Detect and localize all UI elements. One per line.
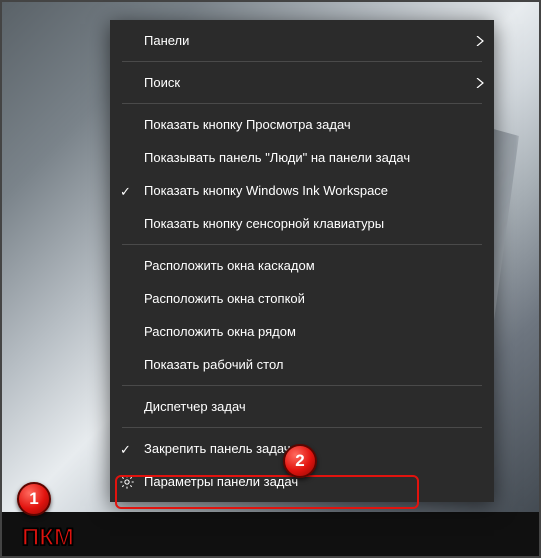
menu-item-side-by-side[interactable]: Расположить окна рядом: [110, 315, 494, 348]
menu-label: Поиск: [144, 75, 466, 90]
menu-item-stacked[interactable]: Расположить окна стопкой: [110, 282, 494, 315]
menu-item-search[interactable]: Поиск: [110, 66, 494, 99]
menu-label: Расположить окна каскадом: [144, 258, 494, 273]
menu-item-task-manager[interactable]: Диспетчер задач: [110, 390, 494, 423]
menu-label: Расположить окна рядом: [144, 324, 494, 339]
separator: [122, 244, 482, 245]
chevron-right-icon: [466, 78, 494, 88]
separator: [122, 427, 482, 428]
menu-label: Панели: [144, 33, 466, 48]
separator: [122, 103, 482, 104]
menu-label: Расположить окна стопкой: [144, 291, 494, 306]
menu-item-ink-workspace[interactable]: Показать кнопку Windows Ink Workspace: [110, 174, 494, 207]
menu-label: Показать кнопку Просмотра задач: [144, 117, 494, 132]
menu-item-toolbars[interactable]: Панели: [110, 24, 494, 57]
menu-label: Показывать панель "Люди" на панели задач: [144, 150, 494, 165]
separator: [122, 61, 482, 62]
menu-label: Показать кнопку Windows Ink Workspace: [144, 183, 494, 198]
menu-label: Параметры панели задач: [144, 474, 494, 489]
check-icon: [110, 184, 144, 198]
menu-label: Диспетчер задач: [144, 399, 494, 414]
menu-item-show-desktop[interactable]: Показать рабочий стол: [110, 348, 494, 381]
annotation-badge-1: 1: [17, 482, 51, 516]
menu-label: Показать кнопку сенсорной клавиатуры: [144, 216, 494, 231]
menu-item-task-view[interactable]: Показать кнопку Просмотра задач: [110, 108, 494, 141]
taskbar[interactable]: [2, 512, 539, 556]
menu-label: Показать рабочий стол: [144, 357, 494, 372]
taskbar-context-menu: Панели Поиск Показать кнопку Просмотра з…: [110, 20, 494, 502]
chevron-right-icon: [466, 36, 494, 46]
gear-icon: [110, 474, 144, 490]
annotation-pkm: ПКМ: [22, 524, 74, 552]
menu-item-touch-keyboard[interactable]: Показать кнопку сенсорной клавиатуры: [110, 207, 494, 240]
check-icon: [110, 442, 144, 456]
annotation-badge-2: 2: [283, 444, 317, 478]
menu-item-cascade[interactable]: Расположить окна каскадом: [110, 249, 494, 282]
separator: [122, 385, 482, 386]
screenshot-frame: Панели Поиск Показать кнопку Просмотра з…: [0, 0, 541, 558]
menu-item-people[interactable]: Показывать панель "Люди" на панели задач: [110, 141, 494, 174]
menu-label: Закрепить панель задач: [144, 441, 494, 456]
